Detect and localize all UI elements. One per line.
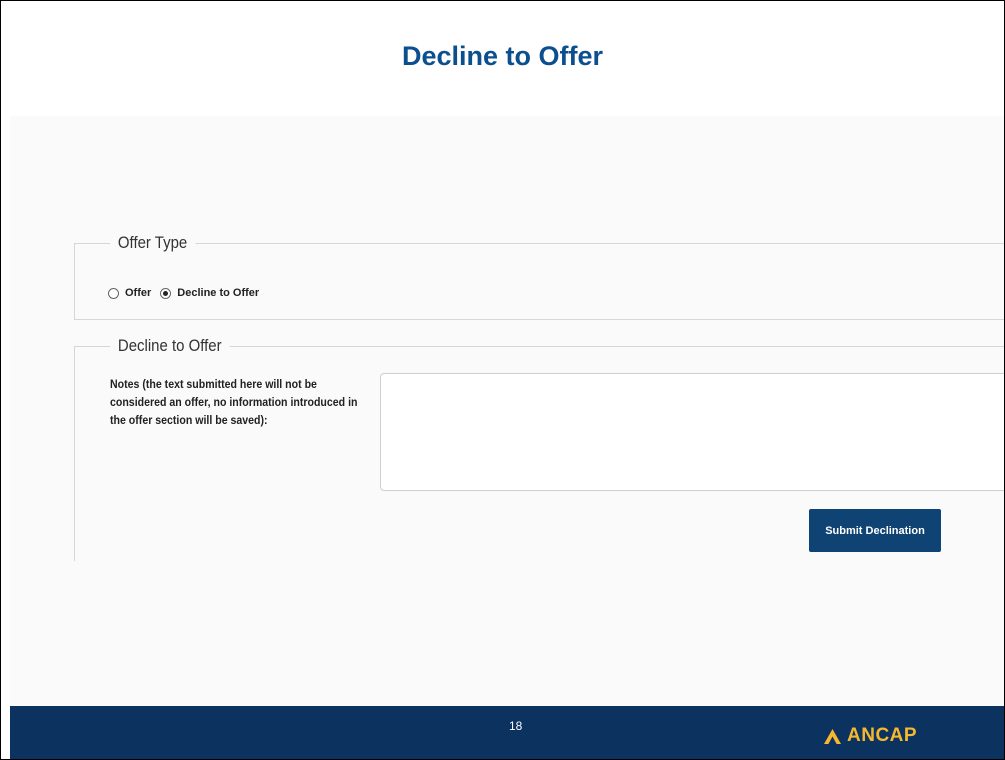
decline-legend: Decline to Offer	[110, 336, 230, 356]
offer-type-border-top	[74, 243, 1004, 244]
offer-type-border-left	[74, 243, 75, 320]
submit-declination-button[interactable]: Submit Declination	[809, 509, 941, 552]
slide-title: Decline to Offer	[401, 41, 604, 71]
offer-type-legend: Offer Type	[110, 233, 196, 253]
decline-border-left	[74, 346, 75, 561]
slide: Decline to Offer Offer Type Offer Declin…	[0, 0, 1005, 760]
offer-type-border-bottom	[74, 319, 1004, 320]
notes-textarea[interactable]	[380, 373, 1004, 491]
offer-radio-label[interactable]: Offer	[125, 287, 151, 299]
ancap-triangle-icon	[824, 728, 841, 744]
offer-type-radio-group: Offer Decline to Offer	[108, 287, 268, 299]
ancap-logo: ANCAP	[824, 725, 917, 747]
page-number: 18	[509, 719, 523, 733]
logo-text: ANCAP	[847, 725, 918, 746]
notes-label: Notes (the text submitted here will not …	[110, 379, 358, 427]
decline-to-offer-radio-label[interactable]: Decline to Offer	[177, 287, 259, 299]
decline-to-offer-radio[interactable]	[160, 287, 172, 299]
offer-radio[interactable]	[108, 287, 119, 299]
